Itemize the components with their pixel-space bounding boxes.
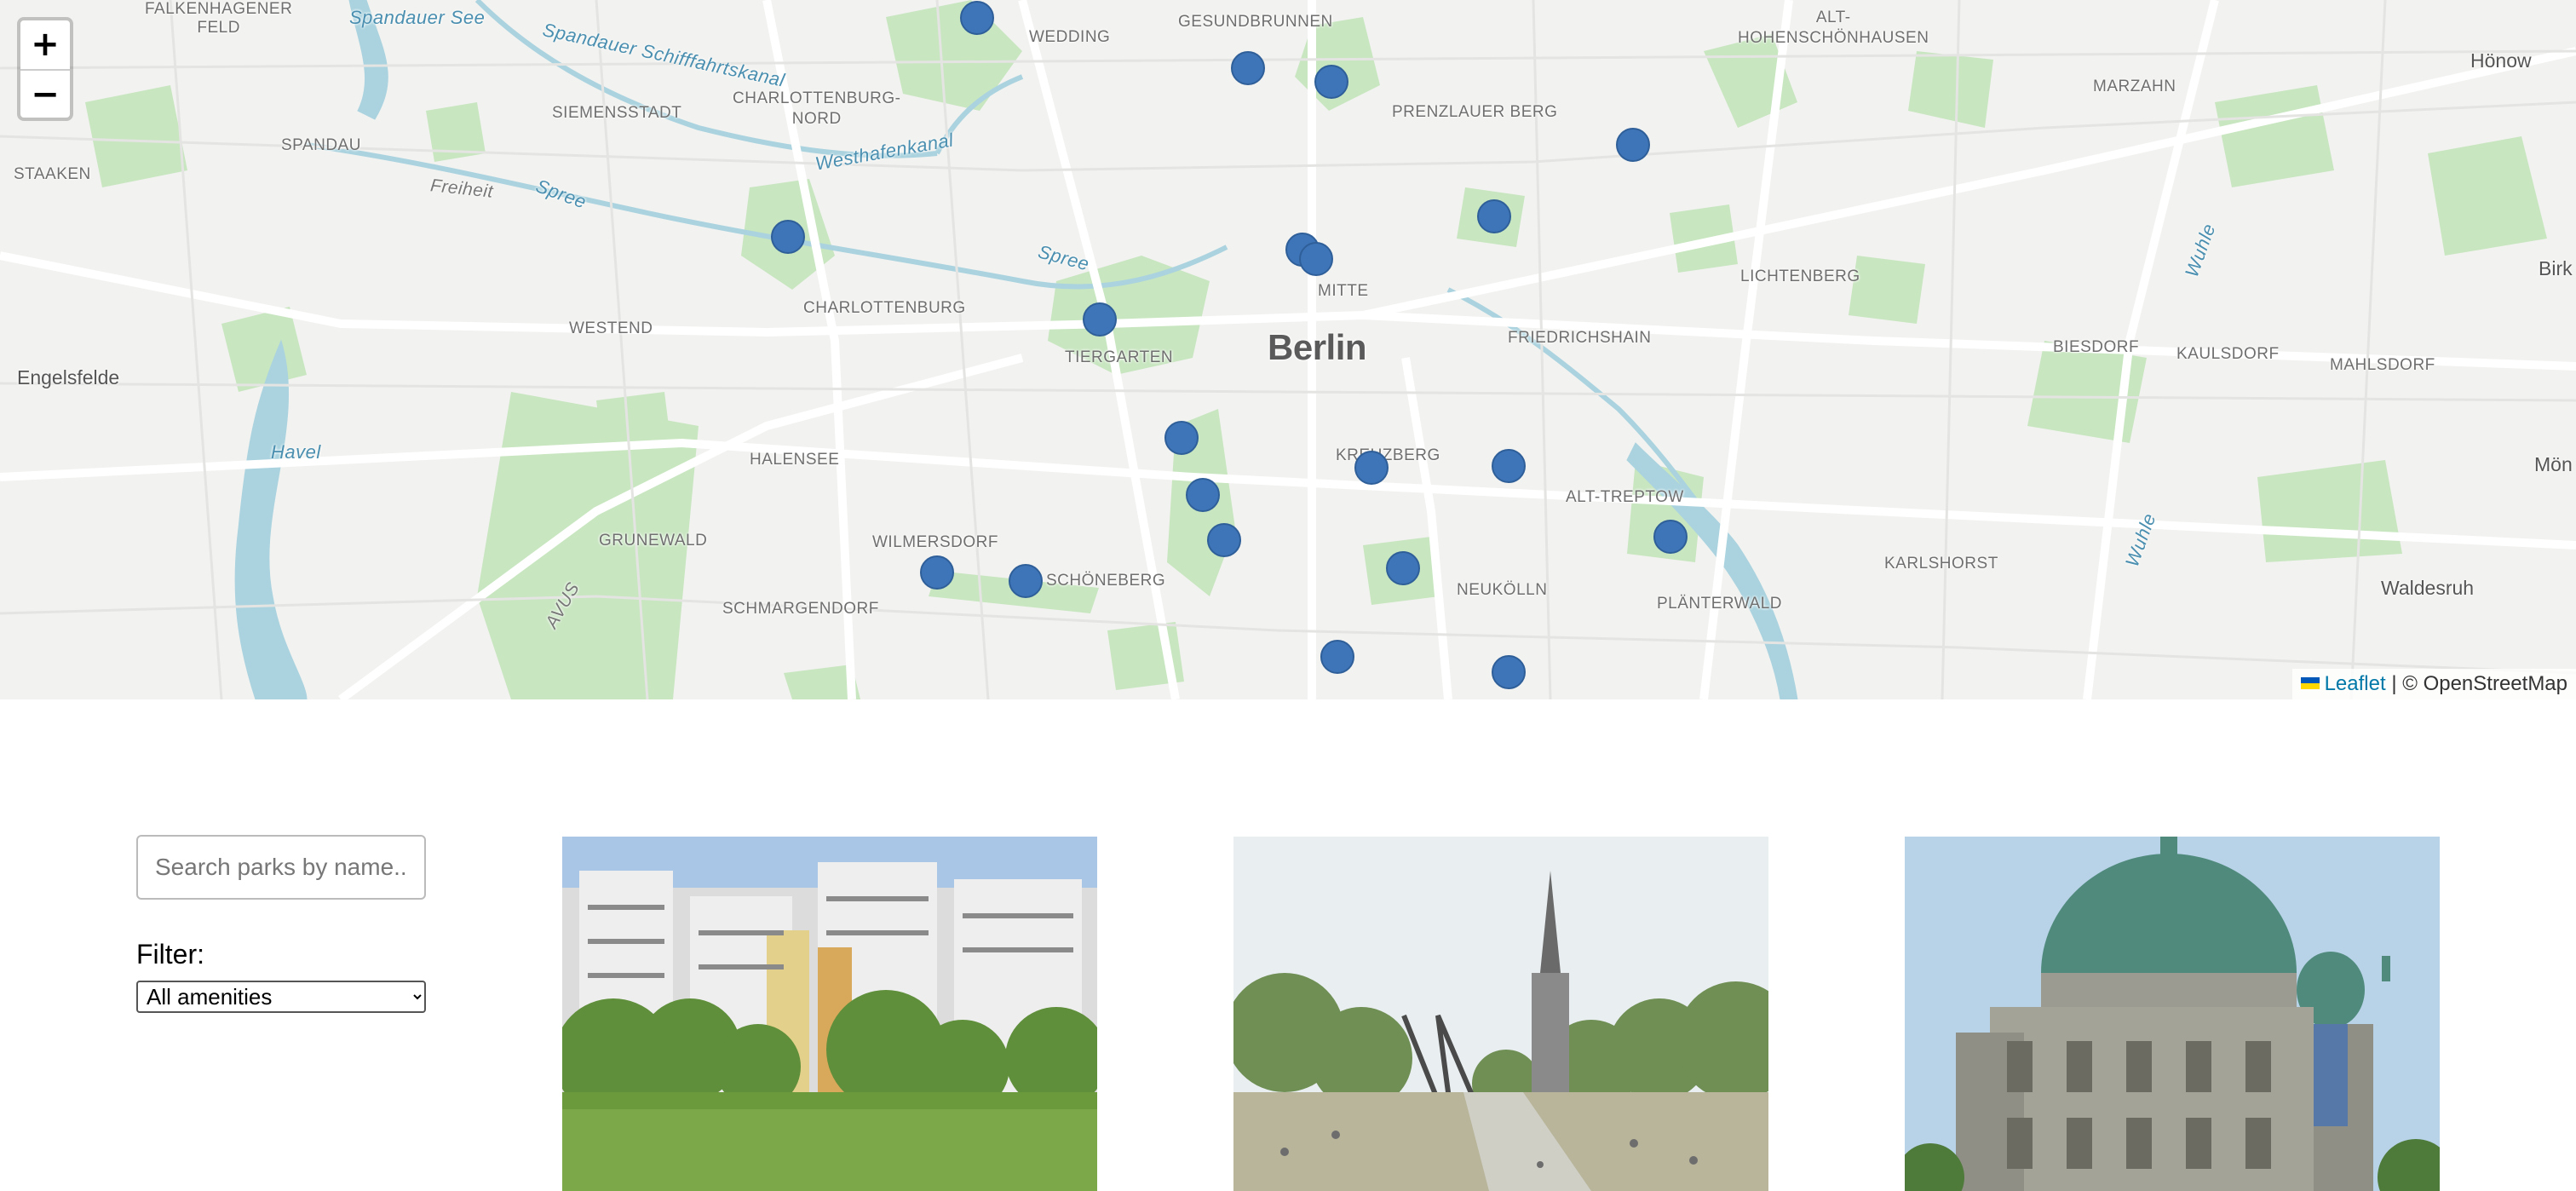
- ukraine-flag-icon: [2300, 676, 2320, 689]
- label-staaken: STAAKEN: [14, 165, 91, 183]
- label-prenzlauer-berg: PRENZLAUER BERG: [1392, 103, 1558, 121]
- berlin-cathedral-photo: [1905, 837, 2440, 1191]
- park-marker[interactable]: [1477, 199, 1511, 233]
- label-kaulsdorf: KAULSDORF: [2176, 345, 2280, 363]
- filter-label: Filter:: [136, 939, 204, 969]
- label-alt-treptow: ALT-TREPTOW: [1566, 488, 1684, 506]
- label-schmargendorf: SCHMARGENDORF: [722, 600, 879, 618]
- zoom-control: + −: [17, 17, 73, 121]
- label-mahlsdorf: MAHLSDORF: [2330, 356, 2435, 374]
- map-attribution: Leaflet | © OpenStreetMap: [2291, 669, 2576, 699]
- amenity-filter-select[interactable]: All amenities: [136, 981, 426, 1013]
- park-marker[interactable]: [1492, 655, 1526, 689]
- park-marker[interactable]: [1386, 551, 1420, 585]
- park-marker[interactable]: [1616, 128, 1650, 162]
- label-spandau: SPANDAU: [281, 136, 361, 154]
- label-falkenhagener-feld: FALKENHAGENER FELD: [145, 0, 292, 37]
- attribution-separator: |: [2391, 672, 2397, 695]
- map[interactable]: FALKENHAGENER FELD Spandauer See Spandau…: [0, 0, 2576, 699]
- park-marker[interactable]: [771, 220, 805, 254]
- park-marker[interactable]: [1492, 449, 1526, 483]
- label-mitte: MITTE: [1318, 282, 1369, 300]
- park-marker[interactable]: [1186, 478, 1220, 512]
- park-marker[interactable]: [1299, 242, 1333, 276]
- label-friedrichshain: FRIEDRICHSHAIN: [1508, 329, 1652, 347]
- sidebar: Filter: All amenities: [136, 835, 426, 1013]
- label-karlshorst: KARLSHORST: [1884, 555, 1998, 572]
- label-westend: WESTEND: [569, 319, 653, 337]
- label-falkenhagener-feld-text: FALKENHAGENER FELD: [145, 0, 293, 37]
- park-marker[interactable]: [1314, 65, 1348, 99]
- label-hoenow: Hönow: [2470, 49, 2532, 72]
- label-berlin: Berlin: [1268, 327, 1367, 367]
- label-siemensstadt: SIEMENSSTADT: [552, 104, 682, 122]
- label-tiergarten: TIERGARTEN: [1065, 348, 1174, 366]
- label-wedding: WEDDING: [1029, 28, 1111, 46]
- label-charlottenburg-nord: CHARLOTTENBURG- NORD: [733, 89, 901, 128]
- zoom-out-button[interactable]: −: [20, 69, 70, 118]
- label-plaenterwald: PLÄNTERWALD: [1657, 595, 1782, 613]
- label-neukoelln: NEUKÖLLN: [1457, 581, 1548, 599]
- label-marzahn: MARZAHN: [2093, 78, 2176, 95]
- park-photo-sculpture: [1233, 837, 1768, 1191]
- label-lichtenberg: LICHTENBERG: [1740, 268, 1860, 285]
- zoom-in-button[interactable]: +: [20, 20, 70, 69]
- park-marker[interactable]: [960, 1, 994, 35]
- label-moen: Mön: [2534, 453, 2573, 475]
- label-biesdorf: BIESDORF: [2053, 338, 2140, 356]
- park-card-image[interactable]: [1233, 837, 1768, 1191]
- park-photo-apartments: [562, 837, 1097, 1191]
- label-halensee: HALENSEE: [750, 451, 840, 469]
- park-marker[interactable]: [1320, 640, 1354, 674]
- park-marker[interactable]: [1207, 523, 1241, 557]
- label-engelsfelde: Engelsfelde: [17, 366, 120, 388]
- label-schoeneberg: SCHÖNEBERG: [1046, 572, 1166, 590]
- label-alt-hohenschoenhausen: ALT- HOHENSCHÖNHAUSEN: [1738, 9, 1929, 47]
- park-marker[interactable]: [1231, 51, 1265, 85]
- label-birk: Birk: [2539, 257, 2573, 279]
- label-wilmersdorf: WILMERSDORF: [872, 533, 998, 551]
- label-grunewald: GRUNEWALD: [599, 532, 708, 549]
- park-card-image[interactable]: [1905, 837, 2440, 1191]
- label-havel: Havel: [271, 441, 321, 463]
- label-spandauer-see: Spandauer See: [349, 7, 486, 28]
- label-gesundbrunnen: GESUNDBRUNNEN: [1178, 13, 1333, 31]
- leaflet-link[interactable]: Leaflet: [2325, 672, 2386, 695]
- park-marker[interactable]: [1009, 564, 1043, 598]
- park-marker[interactable]: [1354, 451, 1389, 485]
- search-input[interactable]: [136, 835, 426, 900]
- park-marker[interactable]: [1653, 520, 1688, 554]
- park-marker[interactable]: [1083, 302, 1117, 337]
- park-card-image[interactable]: [562, 837, 1097, 1191]
- label-kreuzberg: KREUZBERG: [1336, 446, 1440, 464]
- osm-attribution: © OpenStreetMap: [2402, 672, 2567, 695]
- park-marker[interactable]: [1164, 421, 1199, 455]
- label-waldesruh: Waldesruh: [2381, 577, 2475, 599]
- label-charlottenburg: CHARLOTTENBURG: [803, 299, 966, 317]
- park-marker[interactable]: [920, 555, 954, 590]
